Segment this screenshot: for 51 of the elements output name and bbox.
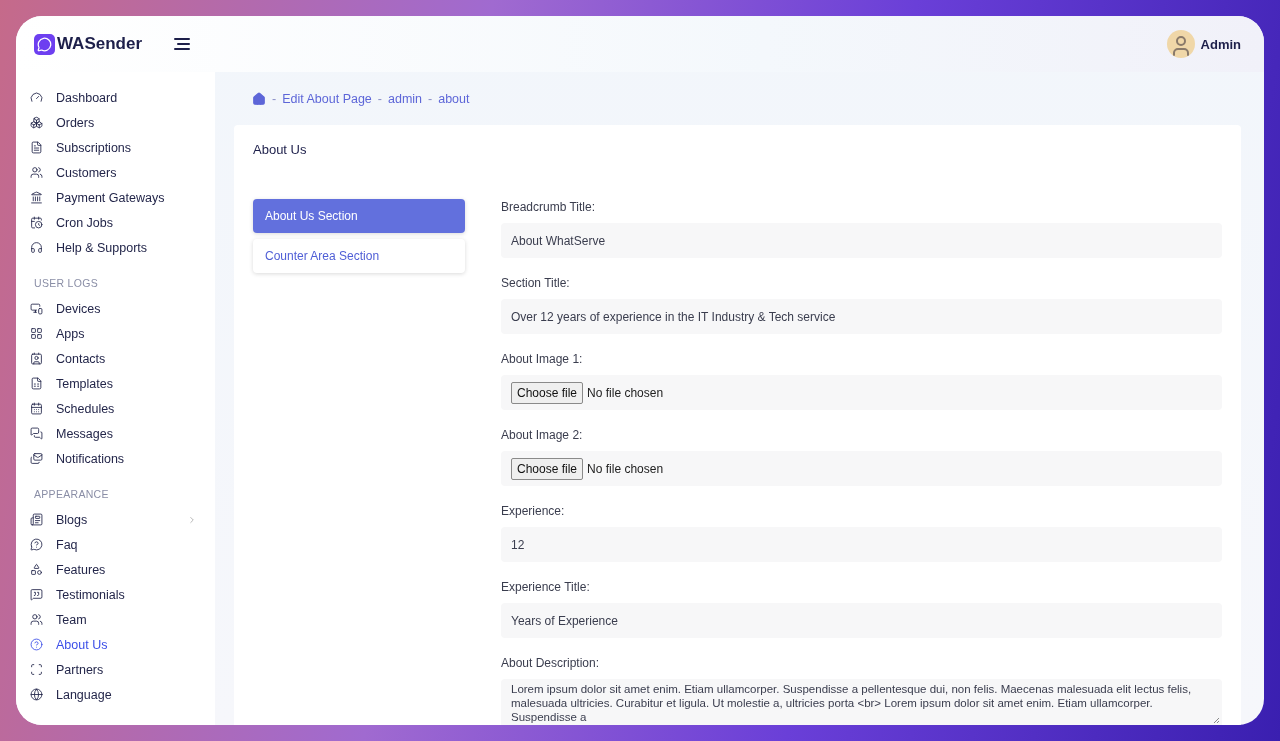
input-field[interactable]: Years of Experience [501, 603, 1222, 638]
sidebar-item[interactable]: Customers [30, 160, 215, 185]
sidebar-item[interactable]: Language [30, 682, 215, 707]
brand-name: WASender [57, 34, 143, 54]
sidebar-item[interactable]: About Us [30, 632, 215, 657]
input-field[interactable]: 12 [501, 527, 1222, 562]
file-status: No file chosen [587, 385, 664, 400]
sidebar-item[interactable]: Payment Gateways [30, 185, 215, 210]
sidebar-item[interactable]: Blogs [30, 507, 215, 532]
sidebar-item[interactable]: Testimonials [30, 582, 215, 607]
sidebar-item[interactable]: Help & Supports [30, 235, 215, 260]
breadcrumb-separator: - [272, 91, 277, 106]
section-heading: USER LOGS [33, 276, 99, 291]
section-tab[interactable]: About Us Section [253, 199, 465, 233]
breadcrumb-separator: - [428, 91, 433, 106]
sidebar-item[interactable]: Schedules [30, 396, 215, 421]
sidebar-item[interactable]: Features [30, 557, 215, 582]
sidebar-item[interactable]: Faq [30, 532, 215, 557]
textarea-field[interactable]: Lorem ipsum dolor sit amet enim. Etiam ullamcorper. Suspendisse a pellentesque dui, non felis. Maecenas malesuada elit lectus felis, malesuada ultricies. Curabitur et ligula. Ut molestie a, ultricies porta <br> Lorem ipsum dolor sit amet enim. Etiam ullamcorper. Suspendisse a [501, 679, 1222, 725]
sidebar-item[interactable]: Cron Jobs [30, 210, 215, 235]
breadcrumb-separator: - [377, 91, 382, 106]
field-label: About Image 1: [501, 351, 584, 367]
choose-file-button[interactable]: Choose file [511, 457, 584, 480]
choose-file-button[interactable]: Choose file [511, 381, 584, 404]
input-field[interactable]: About WhatServe [501, 223, 1222, 258]
breadcrumb-link[interactable]: about [438, 91, 470, 106]
sidebar-item[interactable]: Devices [30, 296, 215, 321]
sidebar-item[interactable]: Partners [30, 657, 215, 682]
user-name[interactable]: Admin [1200, 36, 1241, 52]
sidebar-item[interactable]: Subscriptions [30, 135, 215, 160]
sidebar-item[interactable]: Notifications [30, 446, 215, 471]
section-tab[interactable]: Counter Area Section [253, 239, 465, 273]
sidebar-item[interactable]: Apps [30, 321, 215, 346]
sidebar-item[interactable]: Templates [30, 371, 215, 396]
card-title: About Us [253, 142, 308, 158]
sidebar-item[interactable]: Dashboard [30, 85, 215, 110]
field-label: Experience Title: [501, 579, 591, 595]
field-label: Section Title: [501, 275, 571, 291]
breadcrumb-link[interactable]: Edit About Page [282, 91, 372, 106]
field-label: Experience: [501, 503, 566, 519]
file-status: No file chosen [587, 461, 664, 476]
input-field[interactable]: Over 12 years of experience in the IT Industry & Tech service [501, 299, 1222, 334]
field-label: About Description: [501, 655, 601, 671]
sidebar-item[interactable]: Contacts [30, 346, 215, 371]
sidebar-item[interactable]: Team [30, 607, 215, 632]
sidebar-item[interactable]: Orders [30, 110, 215, 135]
field-label: About Image 2: [501, 427, 584, 443]
field-label: Breadcrumb Title: [501, 199, 597, 215]
sidebar-item[interactable]: Messages [30, 421, 215, 446]
section-heading: APPEARANCE [33, 487, 110, 502]
breadcrumb-link[interactable]: admin [388, 91, 423, 106]
